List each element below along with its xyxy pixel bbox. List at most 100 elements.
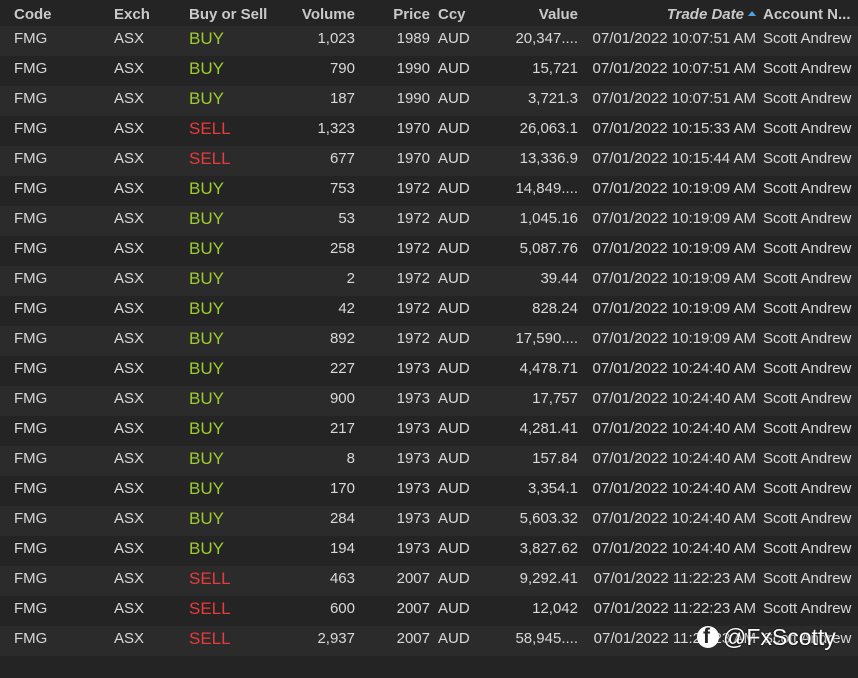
table-row[interactable]: FMG ASX BUY 187 1990 AUD 3,721.3 07/01/2022 10:… xyxy=(0,86,858,116)
cell-volume: 677 xyxy=(329,150,355,167)
table-row[interactable]: FMG ASX BUY 258 1972 AUD 5,087.76 07/01/2022 10… xyxy=(0,236,858,266)
grid-body: FMG ASX BUY 1,023 1989 AUD 20,347.... 07/01/202… xyxy=(0,26,858,656)
table-row[interactable]: FMG ASX BUY 170 1973 AUD 3,354.1 07/01/2022 10:… xyxy=(0,476,858,506)
cell-side: BUY xyxy=(189,179,224,198)
cell-side: BUY xyxy=(189,539,224,558)
table-row[interactable]: FMG ASX BUY 790 1990 AUD 15,721 07/01/2022 10:0… xyxy=(0,56,858,86)
column-header-ccy[interactable]: Ccy xyxy=(438,4,488,26)
cell-trade-date: 07/01/2022 10:24:40 AM xyxy=(592,450,756,467)
cell-price: 2007 xyxy=(396,570,430,587)
table-row[interactable]: FMG ASX BUY 892 1972 AUD 17,590.... 07/01/2022 … xyxy=(0,326,858,356)
cell-account: Scott Andrew xyxy=(763,540,852,557)
column-header-exch[interactable]: Exch xyxy=(114,4,184,26)
cell-side: BUY xyxy=(189,239,224,258)
cell-ccy: AUD xyxy=(438,60,470,77)
cell-volume: 1,023 xyxy=(317,30,355,47)
cell-exch: ASX xyxy=(114,270,145,287)
cell-account: Scott Andrew xyxy=(763,240,852,257)
table-row[interactable]: FMG ASX SELL 463 2007 AUD 9,292.41 07/01/2022 1… xyxy=(0,566,858,596)
cell-account: Scott Andrew xyxy=(763,120,852,137)
column-header-price[interactable]: Price xyxy=(380,4,430,26)
cell-code: FMG xyxy=(14,150,48,167)
cell-account: Scott Andrew xyxy=(763,480,852,497)
cell-volume: 790 xyxy=(329,60,355,77)
table-row[interactable]: FMG ASX BUY 2 1972 AUD 39.44 07/01/2022 10:19:0… xyxy=(0,266,858,296)
table-row[interactable]: FMG ASX BUY 900 1973 AUD 17,757 07/01/2022 10:2… xyxy=(0,386,858,416)
cell-exch: ASX xyxy=(114,150,145,167)
cell-value: 39.44 xyxy=(540,270,578,287)
cell-side: BUY xyxy=(189,59,224,78)
cell-side: SELL xyxy=(189,629,231,648)
table-row[interactable]: FMG ASX BUY 227 1973 AUD 4,478.71 07/01/2022 10… xyxy=(0,356,858,386)
column-header-trade-date[interactable]: Trade Date xyxy=(586,4,756,26)
cell-code: FMG xyxy=(14,240,48,257)
cell-value: 3,721.3 xyxy=(527,90,578,107)
table-row[interactable]: FMG ASX SELL 1,323 1970 AUD 26,063.1 07/01/2022… xyxy=(0,116,858,146)
table-row[interactable]: FMG ASX BUY 53 1972 AUD 1,045.16 07/01/2022 10:… xyxy=(0,206,858,236)
column-header-account-name[interactable]: Account N... xyxy=(763,4,858,26)
cell-price: 1973 xyxy=(396,450,430,467)
cell-ccy: AUD xyxy=(438,180,470,197)
cell-exch: ASX xyxy=(114,420,145,437)
cell-side: BUY xyxy=(189,419,224,438)
cell-account: Scott Andrew xyxy=(763,570,852,587)
cell-volume: 463 xyxy=(329,570,355,587)
cell-side: BUY xyxy=(189,389,224,408)
cell-volume: 258 xyxy=(329,240,355,257)
table-row[interactable]: FMG ASX BUY 1,023 1989 AUD 20,347.... 07/01/202… xyxy=(0,26,858,56)
cell-ccy: AUD xyxy=(438,390,470,407)
cell-side: BUY xyxy=(189,89,224,108)
cell-code: FMG xyxy=(14,180,48,197)
cell-trade-date: 07/01/2022 10:07:51 AM xyxy=(592,60,756,77)
cell-volume: 170 xyxy=(329,480,355,497)
watermark: f @FxScotty xyxy=(697,622,836,652)
cell-code: FMG xyxy=(14,630,48,647)
cell-account: Scott Andrew xyxy=(763,210,852,227)
cell-ccy: AUD xyxy=(438,420,470,437)
table-row[interactable]: FMG ASX BUY 753 1972 AUD 14,849.... 07/01/2022 … xyxy=(0,176,858,206)
cell-volume: 53 xyxy=(338,210,355,227)
cell-ccy: AUD xyxy=(438,240,470,257)
cell-exch: ASX xyxy=(114,180,145,197)
table-row[interactable]: FMG ASX BUY 217 1973 AUD 4,281.41 07/01/2022 10… xyxy=(0,416,858,446)
cell-code: FMG xyxy=(14,120,48,137)
cell-price: 1973 xyxy=(396,480,430,497)
cell-exch: ASX xyxy=(114,570,145,587)
cell-side: BUY xyxy=(189,449,224,468)
watermark-handle: @FxScotty xyxy=(723,623,836,650)
cell-exch: ASX xyxy=(114,540,145,557)
cell-code: FMG xyxy=(14,330,48,347)
cell-side: BUY xyxy=(189,269,224,288)
cell-trade-date: 07/01/2022 10:24:40 AM xyxy=(592,480,756,497)
table-row[interactable]: FMG ASX BUY 194 1973 AUD 3,827.62 07/01/2022 10… xyxy=(0,536,858,566)
cell-price: 1972 xyxy=(396,210,430,227)
cell-trade-date: 07/01/2022 10:15:44 AM xyxy=(592,150,756,167)
cell-trade-date: 07/01/2022 10:07:51 AM xyxy=(592,30,756,47)
cell-exch: ASX xyxy=(114,480,145,497)
cell-side: BUY xyxy=(189,29,224,48)
column-header-volume[interactable]: Volume xyxy=(284,4,355,26)
facebook-icon: f xyxy=(697,625,719,648)
table-row[interactable]: FMG ASX BUY 284 1973 AUD 5,603.32 07/01/2022 10… xyxy=(0,506,858,536)
cell-price: 2007 xyxy=(396,630,430,647)
cell-side: BUY xyxy=(189,299,224,318)
cell-volume: 1,323 xyxy=(317,120,355,137)
cell-ccy: AUD xyxy=(438,510,470,527)
cell-value: 4,478.71 xyxy=(519,360,578,377)
cell-value: 3,354.1 xyxy=(527,480,578,497)
column-header-value[interactable]: Value xyxy=(492,4,578,26)
cell-ccy: AUD xyxy=(438,30,470,47)
cell-ccy: AUD xyxy=(438,270,470,287)
cell-account: Scott Andrew xyxy=(763,60,852,77)
column-header-code[interactable]: Code xyxy=(14,4,104,26)
sort-ascending-icon xyxy=(748,11,756,16)
table-row[interactable]: FMG ASX BUY 8 1973 AUD 157.84 07/01/2022 10:24:… xyxy=(0,446,858,476)
cell-volume: 194 xyxy=(329,540,355,557)
cell-ccy: AUD xyxy=(438,300,470,317)
table-row[interactable]: FMG ASX SELL 677 1970 AUD 13,336.9 07/01/2022 1… xyxy=(0,146,858,176)
trades-grid: Code Exch Buy or Sell Volume Price Ccy V… xyxy=(0,0,858,656)
table-row[interactable]: FMG ASX BUY 42 1972 AUD 828.24 07/01/2022 10:19… xyxy=(0,296,858,326)
cell-value: 12,042 xyxy=(532,600,578,617)
column-header-buy-or-sell[interactable]: Buy or Sell xyxy=(189,4,289,26)
cell-price: 1973 xyxy=(396,510,430,527)
